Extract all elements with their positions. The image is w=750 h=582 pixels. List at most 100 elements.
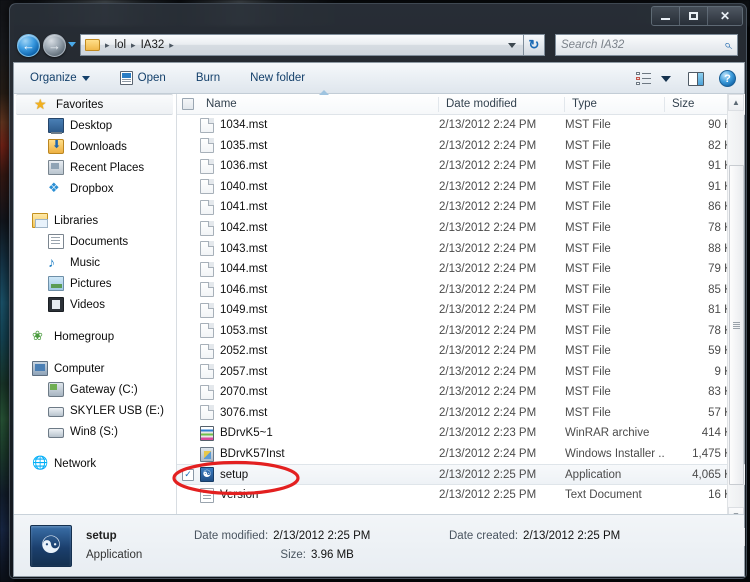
back-button[interactable]: ← (17, 34, 40, 57)
cell-name[interactable]: 1042.mst (199, 220, 439, 236)
scroll-up-button[interactable]: ▲ (728, 94, 744, 111)
burn-button[interactable]: Burn (188, 69, 228, 87)
cell-name[interactable]: 1034.mst (199, 117, 439, 133)
table-row[interactable]: 3076.mst 2/13/2012 2:24 PM MST File 57 KI (177, 403, 745, 424)
sidebar-item-documents[interactable]: Documents (14, 231, 176, 252)
row-checkbox[interactable] (177, 263, 199, 275)
table-row[interactable]: 2052.mst 2/13/2012 2:24 PM MST File 59 KI (177, 341, 745, 362)
table-row[interactable]: ✓ ☯ setup 2/13/2012 2:25 PM Application 4,065… (177, 464, 745, 485)
vertical-scrollbar-thumb[interactable] (729, 165, 744, 485)
sidebar-item-gateway-c[interactable]: Gateway (C:) (14, 379, 176, 400)
sidebar-item-recent-places[interactable]: Recent Places (14, 157, 176, 178)
row-checkbox[interactable] (177, 366, 199, 378)
table-row[interactable]: 2070.mst 2/13/2012 2:24 PM MST File 83 KI (177, 382, 745, 403)
cell-name[interactable]: 1053.mst (199, 323, 439, 339)
close-button[interactable]: ✕ (708, 7, 742, 25)
cell-name[interactable]: 2057.mst (199, 364, 439, 380)
address-history-caret-icon[interactable] (508, 42, 516, 48)
cell-name[interactable]: 1046.mst (199, 282, 439, 298)
row-checkbox[interactable] (177, 448, 199, 460)
row-checkbox[interactable] (177, 140, 199, 152)
table-row[interactable]: 1049.mst 2/13/2012 2:24 PM MST File 81 KI (177, 300, 745, 321)
breadcrumb-item-ia32[interactable]: IA32 (139, 39, 167, 51)
row-checkbox[interactable] (177, 243, 199, 255)
change-view-button[interactable] (633, 69, 655, 89)
sidebar-item-homegroup[interactable]: ❀ Homegroup (14, 326, 176, 347)
cell-name[interactable]: 1035.mst (199, 138, 439, 154)
cell-name[interactable]: BDrvK5~1 (199, 425, 439, 441)
row-checkbox[interactable] (177, 119, 199, 131)
preview-pane-button[interactable] (685, 70, 707, 88)
row-checkbox[interactable] (177, 489, 199, 501)
sidebar-item-desktop[interactable]: Desktop (14, 115, 176, 136)
sidebar-item-favorites[interactable]: ★ Favorites (16, 94, 173, 115)
sidebar-item-dropbox[interactable]: ❖ Dropbox (14, 178, 176, 199)
sidebar-item-skyler-usb-e[interactable]: SKYLER USB (E:) (14, 400, 176, 421)
table-row[interactable]: 1036.mst 2/13/2012 2:24 PM MST File 91 KI (177, 156, 745, 177)
cell-name[interactable]: 2070.mst (199, 384, 439, 400)
column-header-name[interactable]: Name (199, 89, 439, 115)
vertical-scrollbar[interactable]: ▲ ▼ (727, 94, 744, 524)
open-button[interactable]: Open (112, 68, 174, 88)
cell-name[interactable]: 1049.mst (199, 302, 439, 318)
row-checkbox[interactable] (177, 181, 199, 193)
view-options-dropdown[interactable] (658, 74, 674, 84)
row-checkbox[interactable] (177, 160, 199, 172)
column-header-size[interactable]: Size (665, 94, 735, 115)
organize-button[interactable]: Organize (22, 69, 98, 87)
table-row[interactable]: 2057.mst 2/13/2012 2:24 PM MST File 9 KI (177, 362, 745, 383)
sidebar-item-computer[interactable]: Computer (14, 358, 176, 379)
table-row[interactable]: BDrvK57Inst 2/13/2012 2:24 PM Windows Inst… (177, 444, 745, 465)
help-button[interactable]: ? (716, 68, 739, 89)
new-folder-button[interactable]: New folder (242, 69, 313, 87)
recent-locations-dropdown-icon[interactable] (68, 42, 76, 47)
row-checkbox[interactable] (177, 345, 199, 357)
table-row[interactable]: 1040.mst 2/13/2012 2:24 PM MST File 91 KI (177, 177, 745, 198)
row-checkbox[interactable] (177, 284, 199, 296)
column-header-date-modified[interactable]: Date modified (439, 94, 565, 115)
navigation-pane[interactable]: ★ Favorites Desktop Downloads Recent Pla… (14, 94, 176, 546)
cell-name[interactable]: 3076.mst (199, 405, 439, 421)
cell-name[interactable]: 1041.mst (199, 199, 439, 215)
table-row[interactable]: 1046.mst 2/13/2012 2:24 PM MST File 85 KI (177, 279, 745, 300)
forward-button[interactable]: → (43, 34, 66, 57)
table-row[interactable]: Version 2/13/2012 2:25 PM Text Document 16 … (177, 485, 745, 506)
sidebar-item-network[interactable]: 🌐 Network (14, 453, 176, 474)
refresh-button[interactable]: ↻ (523, 34, 545, 56)
sidebar-item-pictures[interactable]: Pictures (14, 273, 176, 294)
row-checkbox[interactable] (177, 304, 199, 316)
sidebar-item-libraries[interactable]: Libraries (14, 210, 176, 231)
table-row[interactable]: BDrvK5~1 2/13/2012 2:23 PM WinRAR archive 4… (177, 423, 745, 444)
table-row[interactable]: 1041.mst 2/13/2012 2:24 PM MST File 86 KI (177, 197, 745, 218)
breadcrumb-item-lol[interactable]: lol (113, 39, 129, 51)
cell-name[interactable]: 1040.mst (199, 179, 439, 195)
table-row[interactable]: 1043.mst 2/13/2012 2:24 PM MST File 88 KI (177, 238, 745, 259)
title-bar[interactable]: ✕ (10, 4, 746, 29)
address-bar[interactable]: ▸ lol ▸ IA32 ▸ (80, 34, 523, 56)
row-checkbox[interactable]: ✓ (177, 468, 199, 481)
table-row[interactable]: 1035.mst 2/13/2012 2:24 PM MST File 82 KI (177, 136, 745, 157)
sidebar-item-downloads[interactable]: Downloads (14, 136, 176, 157)
row-checkbox[interactable] (177, 407, 199, 419)
search-input[interactable]: Search IA32 (561, 39, 725, 51)
maximize-button[interactable] (680, 7, 708, 25)
row-checkbox[interactable] (177, 427, 199, 439)
cell-name[interactable]: 1043.mst (199, 241, 439, 257)
cell-name[interactable]: BDrvK57Inst (199, 446, 439, 462)
minimize-button[interactable] (652, 7, 680, 25)
table-row[interactable]: 1044.mst 2/13/2012 2:24 PM MST File 79 KI (177, 259, 745, 280)
cell-name[interactable]: ☯ setup (199, 467, 439, 483)
sidebar-item-music[interactable]: ♪ Music (14, 252, 176, 273)
table-row[interactable]: 1034.mst 2/13/2012 2:24 PM MST File 90 KI (177, 115, 745, 136)
cell-name[interactable]: Version (199, 487, 439, 503)
cell-name[interactable]: 2052.mst (199, 343, 439, 359)
row-checkbox[interactable] (177, 222, 199, 234)
row-checkbox[interactable] (177, 325, 199, 337)
cell-name[interactable]: 1036.mst (199, 158, 439, 174)
table-row[interactable]: 1053.mst 2/13/2012 2:24 PM MST File 78 KI (177, 320, 745, 341)
row-checkbox[interactable] (177, 386, 199, 398)
row-checkbox[interactable] (177, 201, 199, 213)
search-box[interactable]: Search IA32 ⌕ (555, 34, 738, 56)
cell-name[interactable]: 1044.mst (199, 261, 439, 277)
file-list-view[interactable]: Name Date modified Type Size 1034.mst 2/1… (176, 89, 745, 546)
